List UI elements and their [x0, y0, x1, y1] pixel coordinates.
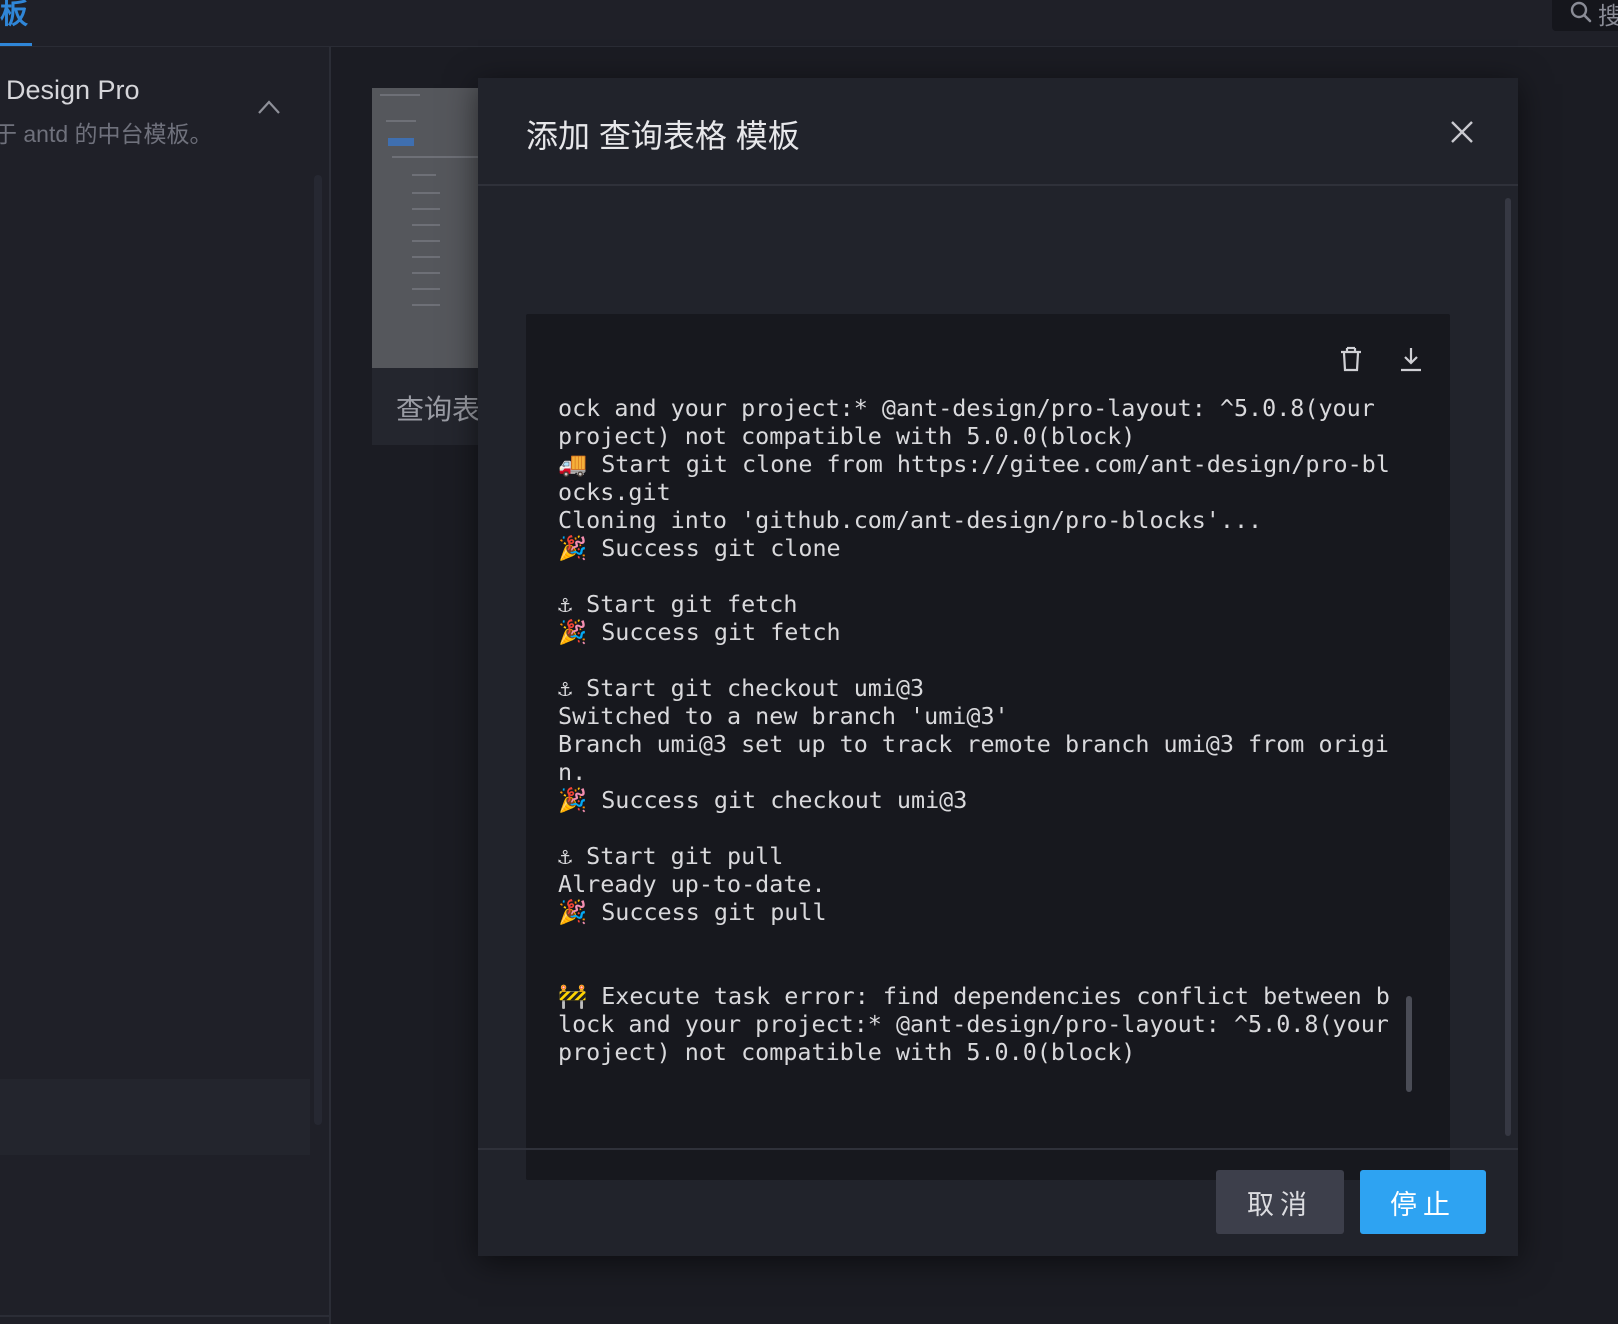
sidebar-group-title[interactable]: Design Pro — [6, 75, 140, 106]
sidebar-list-item[interactable] — [0, 1079, 310, 1155]
chevron-up-icon[interactable] — [256, 97, 282, 117]
top-bar: 板 搜 — [0, 0, 1618, 47]
download-icon[interactable] — [1396, 344, 1426, 374]
modal-body: ock and your project:* @ant-design/pro-l… — [478, 186, 1518, 1180]
stop-button[interactable]: 停止 — [1360, 1170, 1486, 1234]
modal-header: 添加 查询表格 模板 — [478, 78, 1518, 186]
log-text: ock and your project:* @ant-design/pro-l… — [558, 394, 1390, 1066]
template-card[interactable]: 查询表格 — [372, 88, 508, 445]
tab-templates[interactable]: 板 — [0, 0, 28, 32]
sidebar-group-description: 于 antd 的中台模板。 — [0, 121, 213, 147]
search-icon — [1570, 1, 1592, 23]
template-preview-image — [372, 88, 492, 368]
divider — [0, 1315, 331, 1317]
close-icon[interactable] — [1448, 118, 1476, 146]
sidebar: Design Pro 于 antd 的中台模板。 — [0, 47, 331, 1324]
cancel-button[interactable]: 取消 — [1216, 1170, 1344, 1234]
search-placeholder: 搜 — [1598, 3, 1618, 30]
modal-title: 添加 查询表格 模板 — [526, 118, 800, 154]
modal-scrollbar[interactable] — [1505, 198, 1511, 1136]
trash-icon[interactable] — [1336, 344, 1366, 374]
log-output-panel: ock and your project:* @ant-design/pro-l… — [526, 314, 1450, 1180]
modal-footer: 取消 停止 — [478, 1148, 1518, 1256]
log-scrollbar[interactable] — [1406, 996, 1412, 1092]
add-template-modal: 添加 查询表格 模板 ock and your project:* @ant-d… — [478, 78, 1518, 1256]
sidebar-scrollbar[interactable] — [314, 175, 322, 1125]
tab-active-indicator — [0, 43, 32, 46]
search-input[interactable]: 搜 — [1552, 0, 1618, 31]
